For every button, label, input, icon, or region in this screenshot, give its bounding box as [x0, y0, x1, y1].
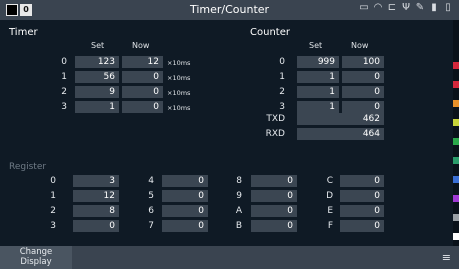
register-label: A — [235, 206, 242, 216]
register-label: 5 — [148, 191, 154, 201]
register-value-field[interactable]: 0 — [162, 175, 208, 187]
counter-set-field[interactable]: 1 — [297, 86, 339, 98]
register-label: D — [326, 191, 333, 201]
counter-index-label: 0 — [279, 57, 285, 67]
timer-index-label: 1 — [61, 72, 67, 82]
counter-set-header: Set — [309, 41, 323, 50]
rxd-value[interactable]: 464 — [297, 128, 384, 140]
register-value-field[interactable]: 0 — [340, 190, 384, 202]
edit-icon: ✎ — [415, 2, 425, 13]
register-label: 2 — [50, 206, 56, 216]
title-bar: 0 Timer/Counter ▭ ◠ ⊏ Ψ ✎ ▮ ▯ — [0, 0, 459, 20]
counter-set-field[interactable]: 1 — [297, 101, 339, 113]
register-label: 0 — [50, 176, 56, 186]
counter-title: Counter — [250, 27, 290, 38]
register-label: 4 — [148, 176, 154, 186]
register-title: Register — [9, 162, 47, 172]
side-color-tab[interactable] — [453, 233, 459, 240]
side-color-tab[interactable] — [453, 157, 459, 164]
timer-unit-label: ×10ms — [167, 59, 191, 67]
network-icon: ⊏ — [387, 2, 397, 13]
change-display-button[interactable]: Change Display — [0, 246, 72, 269]
register-value-field[interactable]: 12 — [73, 190, 119, 202]
timer-set-field[interactable]: 56 — [75, 71, 119, 83]
counter-index-label: 2 — [279, 87, 285, 97]
timer-set-header: Set — [91, 41, 105, 50]
side-color-tab[interactable] — [453, 176, 459, 183]
register-label: F — [327, 221, 333, 231]
timer-unit-label: ×10ms — [167, 74, 191, 82]
register-label: 3 — [50, 221, 56, 231]
register-value-field[interactable]: 0 — [340, 205, 384, 217]
change-display-label: Change Display — [19, 247, 53, 267]
register-value-field[interactable]: 0 — [251, 220, 297, 232]
register-label: 6 — [148, 206, 154, 216]
status-icons: ▭ ◠ ⊏ Ψ ✎ ▮ ▯ — [359, 2, 453, 13]
register-value-field[interactable]: 0 — [162, 220, 208, 232]
printer-icon: ▭ — [359, 2, 369, 13]
timer-set-field[interactable]: 1 — [75, 101, 119, 113]
register-label: 9 — [236, 191, 242, 201]
side-color-tab[interactable] — [453, 100, 459, 107]
sd-card-icon: ▮ — [431, 2, 437, 13]
register-value-field[interactable]: 0 — [162, 205, 208, 217]
register-value-field[interactable]: 3 — [73, 175, 119, 187]
timer-index-label: 0 — [61, 57, 67, 67]
register-label: B — [235, 221, 242, 231]
counter-now-field[interactable]: 0 — [342, 86, 384, 98]
timer-unit-label: ×10ms — [167, 104, 191, 112]
timer-now-field[interactable]: 0 — [122, 101, 163, 113]
counter-now-field[interactable]: 100 — [342, 56, 384, 68]
timer-index-label: 2 — [61, 87, 67, 97]
register-value-field[interactable]: 0 — [340, 220, 384, 232]
txd-label: TXD — [266, 114, 285, 124]
rxd-label: RXD — [265, 129, 285, 139]
timer-now-field[interactable]: 0 — [122, 86, 163, 98]
register-value-field[interactable]: 8 — [73, 205, 119, 217]
register-label: 7 — [148, 221, 154, 231]
menu-icon[interactable]: ≡ — [442, 251, 451, 264]
usb-icon: Ψ — [402, 2, 410, 13]
register-value-field[interactable]: 0 — [251, 175, 297, 187]
counter-set-field[interactable]: 1 — [297, 71, 339, 83]
counter-now-field[interactable]: 0 — [342, 71, 384, 83]
timer-now-field[interactable]: 12 — [122, 56, 163, 68]
register-label: C — [326, 176, 333, 186]
timer-index-label: 3 — [61, 102, 67, 112]
side-color-tab[interactable] — [453, 81, 459, 88]
register-value-field[interactable]: 0 — [251, 205, 297, 217]
register-value-field[interactable]: 0 — [340, 175, 384, 187]
counter-index-label: 1 — [279, 72, 285, 82]
side-color-tab[interactable] — [453, 214, 459, 221]
timer-set-field[interactable]: 123 — [75, 56, 119, 68]
timer-unit-label: ×10ms — [167, 89, 191, 97]
timer-now-header: Now — [132, 41, 150, 50]
side-color-tab[interactable] — [453, 119, 459, 126]
counter-index-label: 3 — [279, 102, 285, 112]
register-value-field[interactable]: 0 — [73, 220, 119, 232]
side-color-tab[interactable] — [453, 195, 459, 202]
wifi-icon: ◠ — [373, 2, 383, 13]
battery-icon: ▯ — [445, 2, 451, 13]
counter-now-field[interactable]: 0 — [342, 101, 384, 113]
side-tab-strip — [453, 20, 459, 246]
timer-now-field[interactable]: 0 — [122, 71, 163, 83]
bottom-bar: Change Display ≡ — [0, 246, 459, 269]
side-color-tab[interactable] — [453, 138, 459, 145]
counter-set-field[interactable]: 999 — [297, 56, 339, 68]
counter-now-header: Now — [351, 41, 369, 50]
side-color-tab[interactable] — [453, 62, 459, 69]
register-label: 8 — [236, 176, 242, 186]
txd-value[interactable]: 462 — [297, 113, 384, 125]
timer-set-field[interactable]: 9 — [75, 86, 119, 98]
register-value-field[interactable]: 0 — [162, 190, 208, 202]
register-label: 1 — [50, 191, 56, 201]
timer-title: Timer — [9, 27, 38, 38]
register-value-field[interactable]: 0 — [251, 190, 297, 202]
register-label: E — [327, 206, 333, 216]
